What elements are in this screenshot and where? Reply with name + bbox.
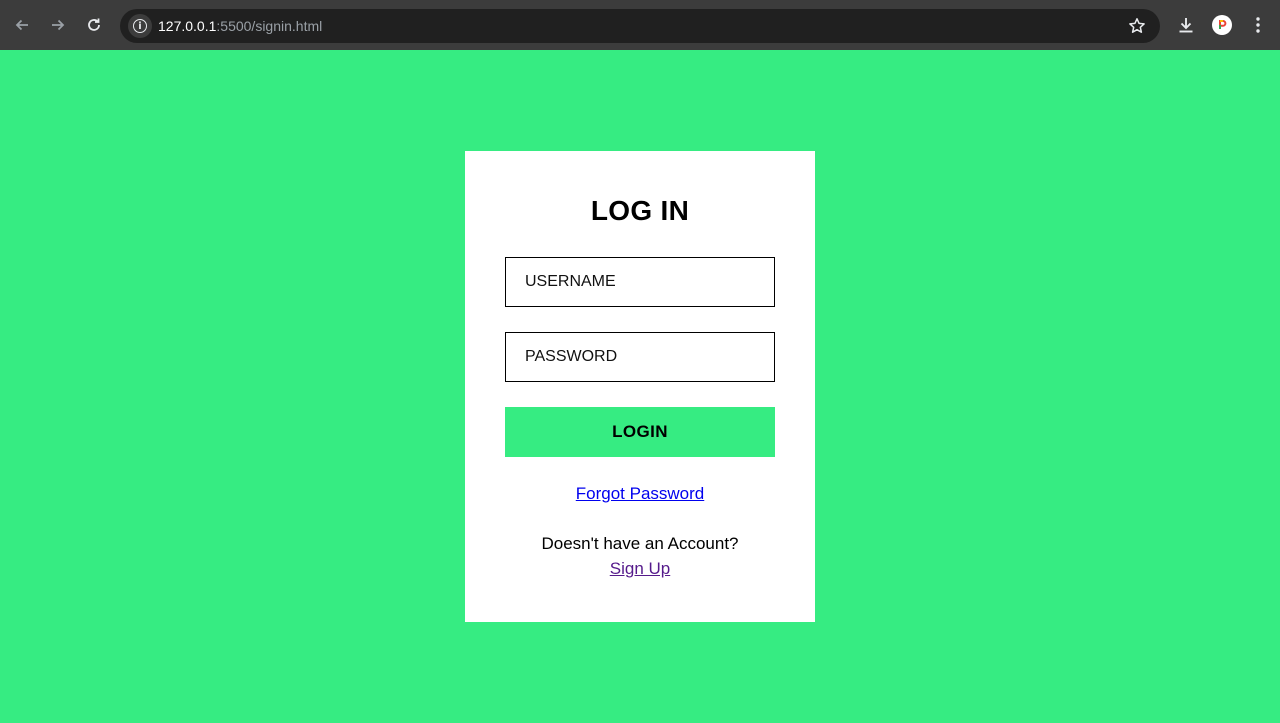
forward-arrow-icon[interactable] [45,11,71,39]
forgot-password-link[interactable]: Forgot Password [576,484,705,503]
reload-icon[interactable] [81,11,107,39]
download-icon[interactable] [1174,13,1198,37]
address-bar[interactable]: i 127.0.0.1:5500/signin.html [120,9,1160,43]
url-path: :5500/signin.html [216,18,323,34]
forgot-password-row: Forgot Password [465,484,815,504]
back-arrow-icon[interactable] [9,11,35,39]
password-input[interactable] [505,332,775,382]
login-card: LOG IN LOGIN Forgot Password Doesn't hav… [465,151,815,622]
signup-row: Sign Up [465,559,815,579]
star-icon[interactable] [1126,15,1148,37]
no-account-text: Doesn't have an Account? [541,534,739,553]
profile-icon[interactable] [1212,15,1232,35]
info-icon[interactable]: i [128,14,152,38]
browser-toolbar: i 127.0.0.1:5500/signin.html [0,0,1280,50]
login-button[interactable]: LOGIN [505,407,775,457]
kebab-menu-icon[interactable] [1246,13,1270,37]
url-text[interactable]: 127.0.0.1:5500/signin.html [158,18,322,34]
signup-link[interactable]: Sign Up [610,559,670,578]
login-title: LOG IN [590,195,690,226]
username-input[interactable] [505,257,775,307]
url-host: 127.0.0.1 [158,18,217,34]
